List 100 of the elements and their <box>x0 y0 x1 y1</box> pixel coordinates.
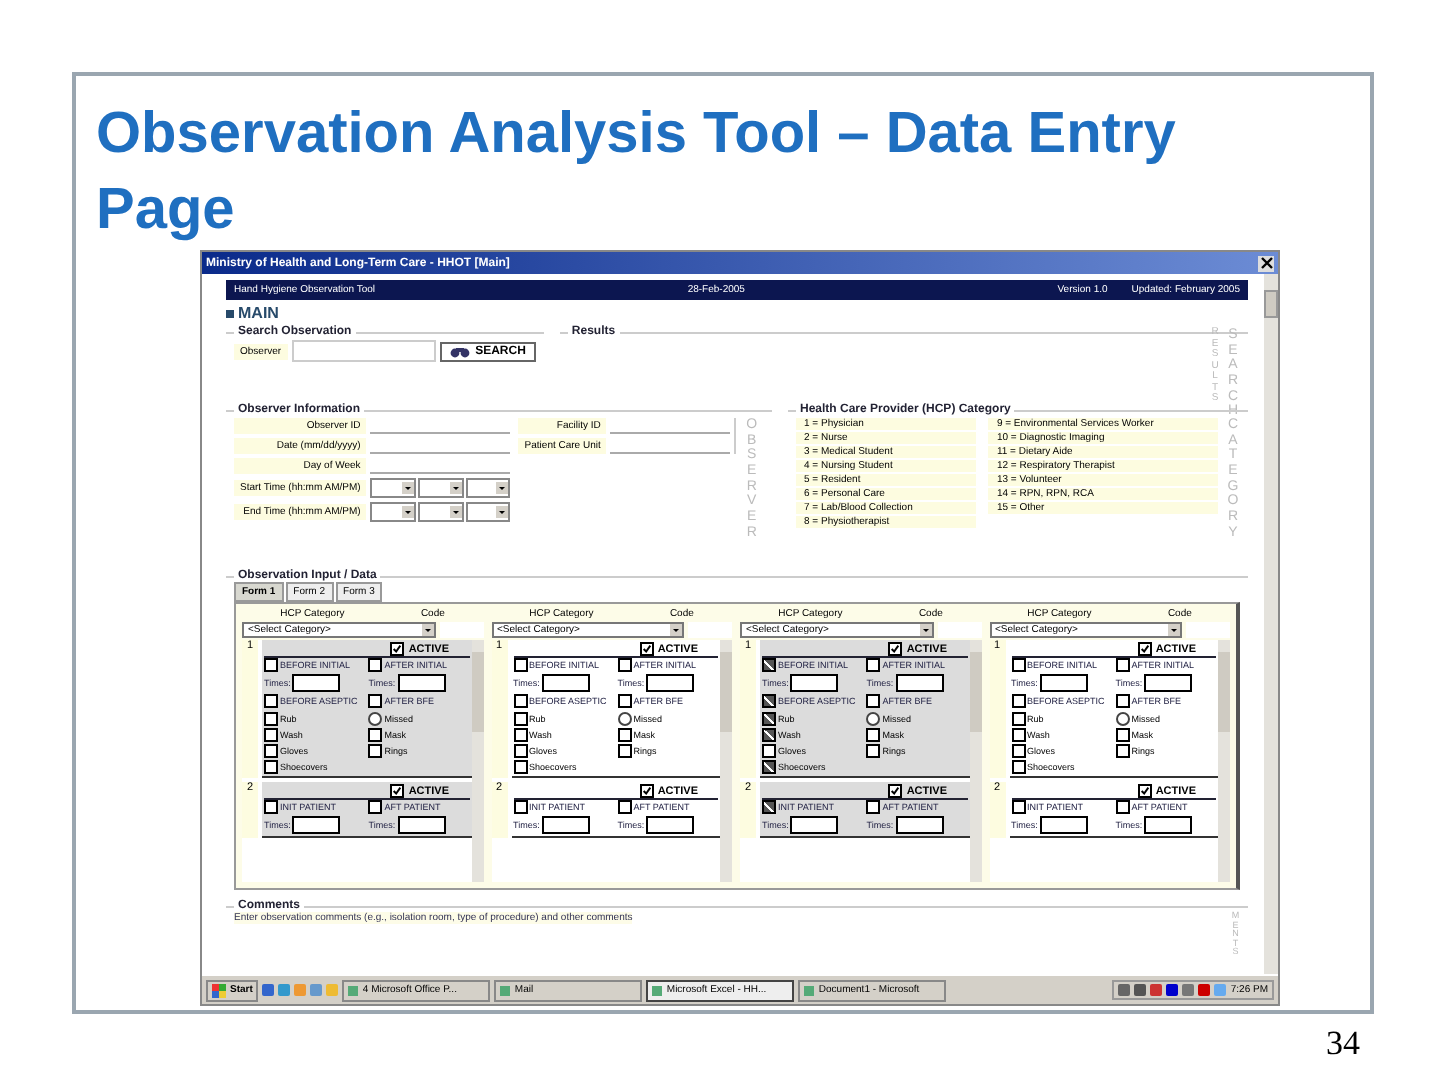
time-field[interactable] <box>292 816 341 834</box>
checkbox[interactable] <box>866 658 881 672</box>
checkbox[interactable] <box>264 760 278 774</box>
time-dropdown[interactable] <box>370 478 416 498</box>
checkbox[interactable] <box>1115 728 1130 742</box>
checkbox[interactable] <box>390 642 405 656</box>
checkbox[interactable] <box>513 800 527 814</box>
checkbox[interactable] <box>617 658 632 672</box>
checkbox[interactable] <box>513 694 527 708</box>
checkbox[interactable] <box>866 694 881 708</box>
checkbox[interactable] <box>368 800 383 814</box>
checkbox[interactable] <box>1011 800 1025 814</box>
close-icon[interactable] <box>1258 255 1274 271</box>
checkbox[interactable] <box>368 658 383 672</box>
time-field[interactable] <box>895 674 944 692</box>
checkbox[interactable] <box>1115 694 1130 708</box>
time-field[interactable] <box>397 674 446 692</box>
checkbox[interactable] <box>762 658 776 672</box>
checkbox[interactable] <box>1137 642 1152 656</box>
checkbox[interactable] <box>762 694 776 708</box>
windows-logo-icon <box>212 983 226 997</box>
scrollbar[interactable] <box>720 640 732 882</box>
scrollbar[interactable] <box>1218 640 1230 882</box>
time-dropdown[interactable] <box>370 502 416 522</box>
checkbox[interactable] <box>368 728 383 742</box>
checkbox[interactable] <box>513 728 527 742</box>
time-field[interactable] <box>646 674 695 692</box>
time-dropdown[interactable] <box>417 478 464 498</box>
time-field[interactable] <box>541 674 590 692</box>
checkbox[interactable] <box>639 784 654 798</box>
checkbox[interactable] <box>264 712 278 726</box>
radio-button[interactable] <box>617 712 632 726</box>
time-dropdown[interactable] <box>465 502 511 522</box>
checkbox[interactable] <box>617 728 632 742</box>
checkbox[interactable] <box>264 744 278 758</box>
checkbox[interactable] <box>1011 712 1025 726</box>
checkbox[interactable] <box>1011 744 1025 758</box>
checkbox[interactable] <box>264 694 278 708</box>
checkbox[interactable] <box>617 744 632 758</box>
checkbox[interactable] <box>513 744 527 758</box>
dropdown-arrow-icon <box>496 482 509 494</box>
time-field[interactable] <box>790 816 839 834</box>
radio-button[interactable] <box>866 712 881 726</box>
scrollbar[interactable] <box>1264 274 1278 974</box>
dropdown-arrow-icon <box>401 506 414 518</box>
time-field[interactable] <box>541 816 590 834</box>
checkbox[interactable] <box>762 728 776 742</box>
checkbox[interactable] <box>1011 694 1025 708</box>
checkbox[interactable] <box>617 800 632 814</box>
time-field[interactable] <box>1144 816 1193 834</box>
checkbox[interactable] <box>1115 800 1130 814</box>
time-field[interactable] <box>397 816 446 834</box>
checkbox[interactable] <box>888 642 903 656</box>
code-field[interactable] <box>688 622 732 638</box>
checkbox[interactable] <box>866 800 881 814</box>
time-field[interactable] <box>292 674 341 692</box>
checkbox[interactable] <box>264 728 278 742</box>
checkbox[interactable] <box>888 784 903 798</box>
time-field[interactable] <box>646 816 695 834</box>
checkbox[interactable] <box>866 728 881 742</box>
checkbox[interactable] <box>264 800 278 814</box>
checkbox[interactable] <box>513 712 527 726</box>
binoculars-icon <box>449 345 470 357</box>
radio-button[interactable] <box>368 712 383 726</box>
time-field[interactable] <box>895 816 944 834</box>
checkbox[interactable] <box>368 694 383 708</box>
checkbox[interactable] <box>264 658 278 672</box>
code-field[interactable] <box>1186 622 1230 638</box>
dropdown-arrow-icon <box>670 624 682 636</box>
dropdown-arrow-icon <box>919 624 931 636</box>
observer-input[interactable] <box>291 340 436 362</box>
code-field[interactable] <box>439 622 483 638</box>
checkbox[interactable] <box>1115 658 1130 672</box>
checkbox[interactable] <box>513 760 527 774</box>
checkbox[interactable] <box>762 760 776 774</box>
checkbox[interactable] <box>1011 728 1025 742</box>
checkbox[interactable] <box>368 744 383 758</box>
checkbox[interactable] <box>1011 658 1025 672</box>
checkbox[interactable] <box>1115 744 1130 758</box>
checkbox[interactable] <box>390 784 405 798</box>
page-heading: MAIN <box>238 304 279 322</box>
checkbox[interactable] <box>1137 784 1152 798</box>
checkbox[interactable] <box>762 800 776 814</box>
checkbox[interactable] <box>617 694 632 708</box>
time-field[interactable] <box>1039 816 1088 834</box>
checkbox[interactable] <box>639 642 654 656</box>
time-field[interactable] <box>1039 674 1088 692</box>
dropdown-arrow-icon <box>421 624 433 636</box>
checkbox[interactable] <box>1011 760 1025 774</box>
time-dropdown[interactable] <box>417 502 464 522</box>
checkbox[interactable] <box>513 658 527 672</box>
bullet-icon <box>226 309 234 317</box>
time-field[interactable] <box>790 674 839 692</box>
time-dropdown[interactable] <box>465 478 511 498</box>
radio-button[interactable] <box>1115 712 1130 726</box>
code-field[interactable] <box>937 622 981 638</box>
checkbox[interactable] <box>762 712 776 726</box>
checkbox[interactable] <box>866 744 881 758</box>
checkbox[interactable] <box>762 744 776 758</box>
time-field[interactable] <box>1144 674 1193 692</box>
